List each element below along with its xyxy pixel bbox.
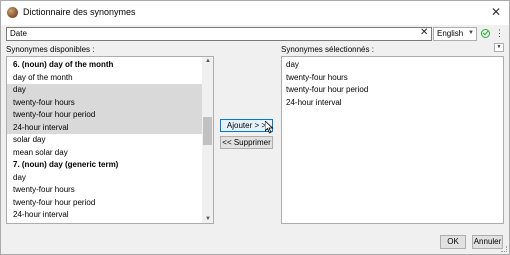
selected-label: Synonymes sélectionnés : — [281, 45, 374, 54]
synonyms-dialog: Dictionnaire des synonymes ✕ Date ✕ Engl… — [0, 0, 510, 255]
list-item[interactable]: 24-hour interval — [7, 121, 202, 134]
close-icon[interactable]: ✕ — [491, 5, 501, 19]
scroll-up-icon[interactable]: ▲ — [205, 58, 211, 64]
app-icon — [7, 7, 18, 18]
remove-button[interactable]: << Supprimer — [220, 136, 273, 149]
list-item[interactable]: 24-hour interval — [7, 209, 202, 222]
list-group-header[interactable]: 7. (noun) day (generic term) — [7, 159, 202, 172]
scrollbar[interactable]: ▲ ▼ — [202, 57, 213, 223]
list-item[interactable]: twenty-four hour period — [7, 109, 202, 122]
list-item[interactable]: day — [282, 59, 503, 72]
available-label: Synonymes disponibles : — [6, 45, 95, 54]
language-select[interactable]: English ▼ — [433, 27, 477, 41]
list-item[interactable]: twenty-four hours — [282, 72, 503, 85]
search-value: Date — [10, 29, 27, 38]
list-item[interactable]: day — [7, 84, 202, 97]
chevron-down-icon[interactable]: ▼ — [494, 43, 504, 52]
available-synonyms-list[interactable]: solar day24-hour intervaltwenty-four hou… — [6, 56, 214, 224]
list-item[interactable]: mean solar day — [7, 147, 202, 160]
check-circle-icon — [481, 29, 490, 38]
list-item[interactable]: solar day — [7, 222, 202, 224]
cancel-button[interactable]: Annuler — [472, 235, 503, 249]
list-group-header[interactable]: 6. (noun) day of the month — [7, 59, 202, 72]
list-item[interactable]: day of the month — [7, 72, 202, 85]
clear-icon[interactable]: ✕ — [420, 27, 428, 39]
search-input[interactable]: Date — [6, 27, 432, 41]
selected-synonyms-list[interactable]: day twenty-four hours twenty-four hour per… — [281, 56, 504, 224]
kebab-menu-icon[interactable]: ⋮ — [495, 27, 504, 39]
title-bar: Dictionnaire des synonymes ✕ — [1, 1, 509, 25]
ok-button[interactable]: OK — [440, 235, 466, 249]
scroll-down-icon[interactable]: ▼ — [205, 216, 211, 222]
language-selected: English — [437, 29, 464, 38]
resize-grip-icon[interactable] — [501, 246, 507, 252]
list-item[interactable]: day — [7, 172, 202, 185]
list-item[interactable]: twenty-four hours — [7, 184, 202, 197]
list-item[interactable]: twenty-four hour period — [282, 84, 503, 97]
list-item[interactable]: 24-hour interval — [282, 97, 503, 110]
list-item[interactable]: twenty-four hours — [7, 96, 202, 109]
window-title: Dictionnaire des synonymes — [23, 7, 136, 17]
chevron-down-icon: ▼ — [468, 30, 474, 36]
list-item[interactable]: solar day — [7, 134, 202, 147]
scrollbar-thumb[interactable] — [203, 117, 212, 145]
list-item[interactable]: twenty-four hour period — [7, 197, 202, 210]
